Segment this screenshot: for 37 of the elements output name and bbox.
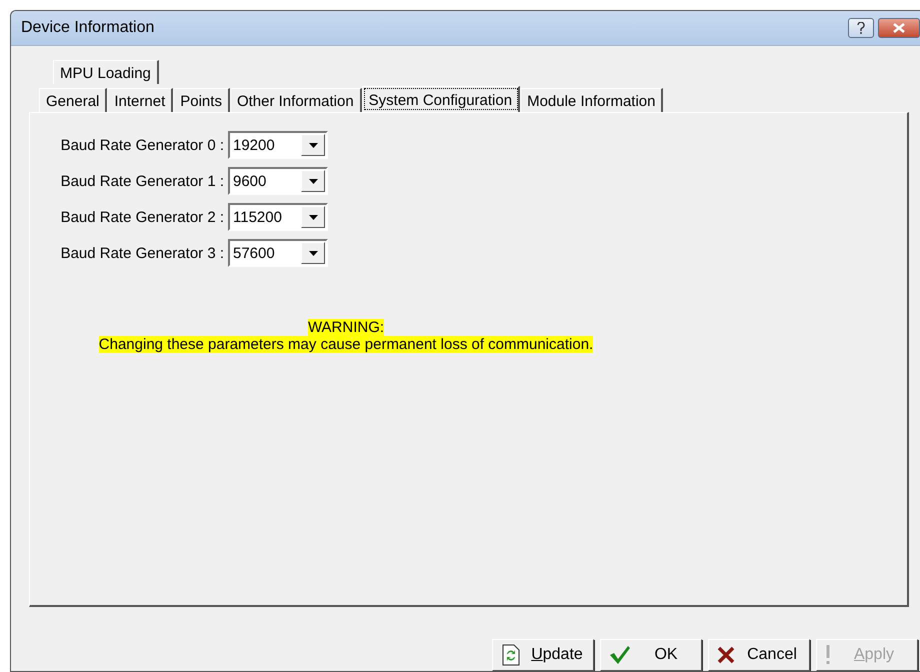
help-button[interactable]: [848, 18, 874, 38]
dropdown-button[interactable]: [301, 242, 325, 264]
tab[interactable]: Internet: [107, 88, 174, 112]
warning-title: WARNING:: [308, 319, 384, 336]
close-icon: [893, 23, 905, 33]
tab[interactable]: MPU Loading: [53, 60, 159, 84]
dialog-button[interactable]: Cancel: [708, 639, 810, 671]
tab[interactable]: Module Information: [520, 88, 664, 112]
field-label: Baud Rate Generator 2 :: [60, 208, 224, 226]
dropdown-button[interactable]: [301, 134, 325, 156]
close-button[interactable]: [878, 18, 920, 38]
exclamation-icon: [825, 645, 831, 665]
dialog-button[interactable]: Update: [492, 639, 594, 671]
caret-down-icon: [308, 142, 318, 148]
refresh-document-icon: [501, 644, 521, 666]
field-label: Baud Rate Generator 0 :: [60, 136, 224, 154]
field-label: Baud Rate Generator 3 :: [60, 244, 224, 262]
dropdown[interactable]: 115200: [228, 203, 328, 231]
dropdown-button[interactable]: [301, 170, 325, 192]
tab[interactable]: Points: [173, 88, 230, 112]
dialog-button[interactable]: OK: [600, 639, 702, 671]
dropdown[interactable]: 19200: [228, 131, 328, 159]
window-title: Device Information: [21, 19, 156, 37]
dropdown-button[interactable]: [301, 206, 325, 228]
tab[interactable]: Other Information: [230, 88, 362, 112]
x-icon: [717, 646, 735, 664]
tab[interactable]: General: [39, 88, 108, 112]
warning-message: Changing these parameters may cause permanent loss of communication.: [98, 336, 594, 353]
tab[interactable]: System Configuration: [362, 86, 520, 112]
caret-down-icon: [308, 214, 318, 220]
caret-down-icon: [308, 250, 318, 256]
dropdown[interactable]: 57600: [228, 239, 328, 267]
question-mark-icon: [857, 22, 865, 34]
dropdown[interactable]: 9600: [228, 167, 328, 195]
caret-down-icon: [308, 178, 318, 184]
checkmark-icon: [609, 645, 631, 665]
field-label: Baud Rate Generator 1 :: [60, 172, 224, 190]
